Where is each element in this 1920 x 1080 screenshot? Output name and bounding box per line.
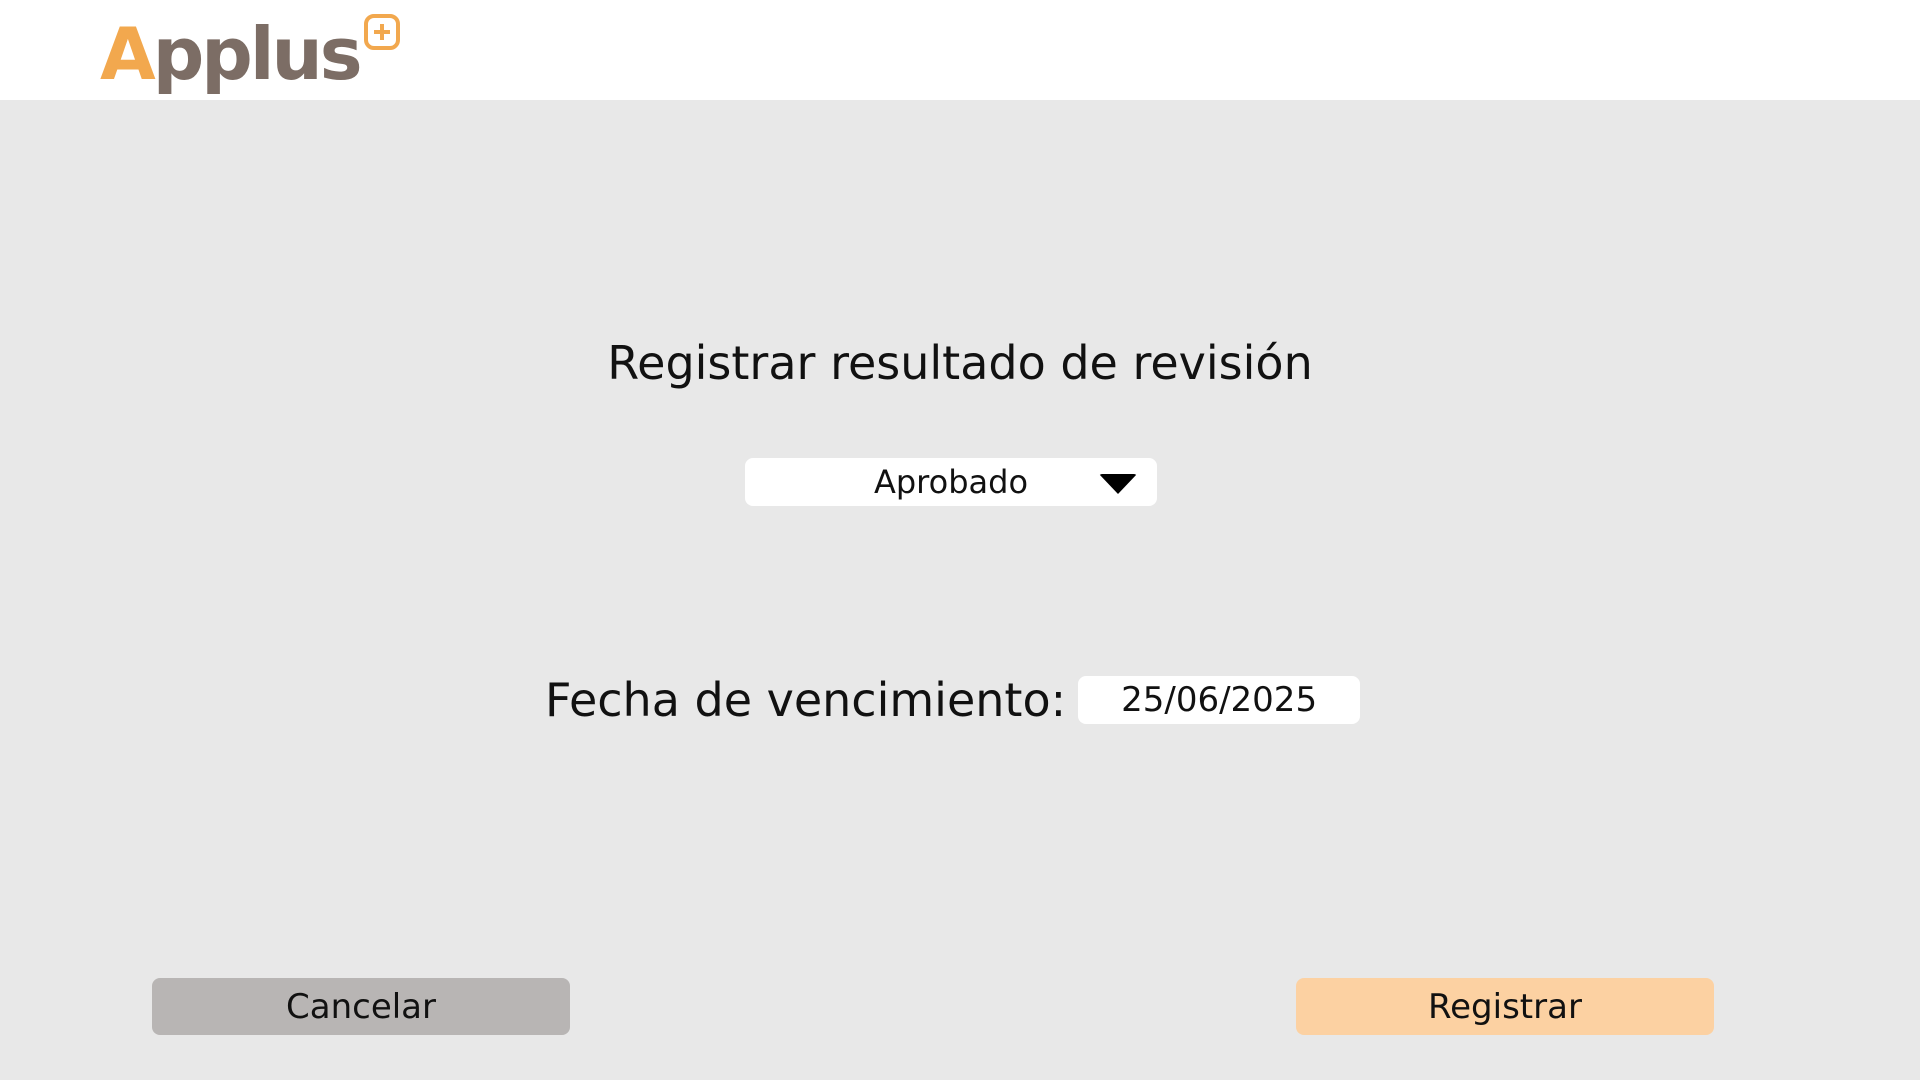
app-header: Applus [0,0,1920,100]
applus-logo: Applus [100,12,400,96]
result-select[interactable]: Aprobado [745,458,1157,506]
page-title: Registrar resultado de revisión [607,336,1313,390]
due-date-row: Fecha de vencimiento: [545,672,1361,728]
due-date-input[interactable] [1078,676,1361,724]
register-button[interactable]: Registrar [1296,978,1714,1035]
result-select-value: Aprobado [873,463,1029,501]
due-date-label: Fecha de vencimiento: [545,673,1067,727]
caret-down-icon[interactable] [1099,474,1137,494]
cancel-button[interactable]: Cancelar [152,978,570,1035]
plus-icon [363,14,400,50]
logo-text: Applus [100,12,363,96]
